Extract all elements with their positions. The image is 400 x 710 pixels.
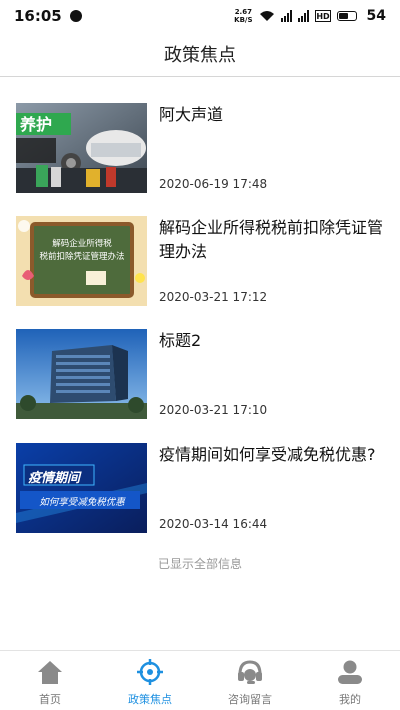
target-icon (137, 659, 163, 685)
signal-icon (280, 10, 292, 22)
article-title: 标题2 (159, 331, 202, 350)
wifi-icon (259, 11, 274, 21)
list-end-note: 已显示全部信息 (157, 557, 242, 571)
article-title: 阿大声道 (159, 105, 224, 124)
tab-mine[interactable]: 我的 (300, 651, 400, 710)
signal-icon-2 (297, 10, 309, 22)
bottom-tab-bar: 首页 政策焦点 咨询留言 我的 (0, 650, 400, 710)
article-date: 2020-03-21 17:12 (159, 290, 268, 304)
chalkboard-image: 解码企业所得税 税前扣除凭证管理办法 (16, 216, 147, 306)
chalkboard-text-1: 解码企业所得税 (52, 239, 112, 249)
article-item[interactable]: 疫情期间 如何享受减免税优惠 疫情期间如何享受减免税优惠? 2020-03-14… (16, 443, 386, 533)
article-item[interactable]: 标题2 2020-03-21 17:10 (16, 329, 386, 419)
epidemic-banner-image: 疫情期间 如何享受减免税优惠 (16, 443, 147, 533)
article-date: 2020-03-21 17:10 (159, 403, 268, 417)
battery-icon (336, 11, 357, 21)
article-title: 疫情期间如何享受减免税优惠? (159, 445, 376, 464)
tab-label: 首页 (39, 693, 61, 706)
home-icon (38, 661, 62, 684)
page-header: 政策焦点 (0, 32, 400, 77)
banner-subline: 如何享受减免税优惠 (39, 497, 125, 508)
svg-text:养护: 养护 (19, 115, 52, 134)
hd-icon: HD (314, 10, 331, 22)
article-title: 解码企业所得税税前扣除凭证管理办法 (159, 218, 384, 261)
tab-home[interactable]: 首页 (0, 651, 100, 710)
tab-label: 我的 (339, 693, 361, 706)
article-date: 2020-06-19 17:48 (159, 177, 268, 191)
car-banner-image: 养护 (16, 103, 147, 193)
headset-icon (238, 660, 262, 684)
tab-label: 政策焦点 (128, 693, 172, 706)
status-bar: 16:05 2.67 KB/S HD 54 (0, 0, 400, 32)
article-item[interactable]: 养护 阿大声道 2020-06-19 17:48 (16, 103, 386, 193)
battery-level: 54 (366, 8, 386, 24)
tab-policy-focus[interactable]: 政策焦点 (100, 651, 200, 710)
article-date: 2020-03-14 16:44 (159, 517, 268, 531)
chalkboard-text-2: 税前扣除凭证管理办法 (39, 252, 125, 262)
page-title: 政策焦点 (164, 45, 236, 66)
notification-dot-icon (69, 10, 82, 22)
banner-headline: 疫情期间 (28, 471, 81, 486)
office-building-image (16, 329, 147, 419)
tab-consult-message[interactable]: 咨询留言 (200, 651, 300, 710)
article-item[interactable]: 解码企业所得税 税前扣除凭证管理办法 解码企业所得税税前扣除凭证管理办法 202… (16, 216, 386, 306)
network-speed: 2.67 KB/S (234, 8, 253, 24)
status-time: 16:05 (14, 7, 62, 25)
svg-text:HD: HD (316, 12, 330, 21)
tab-label: 咨询留言 (228, 693, 272, 706)
user-icon (338, 660, 362, 684)
